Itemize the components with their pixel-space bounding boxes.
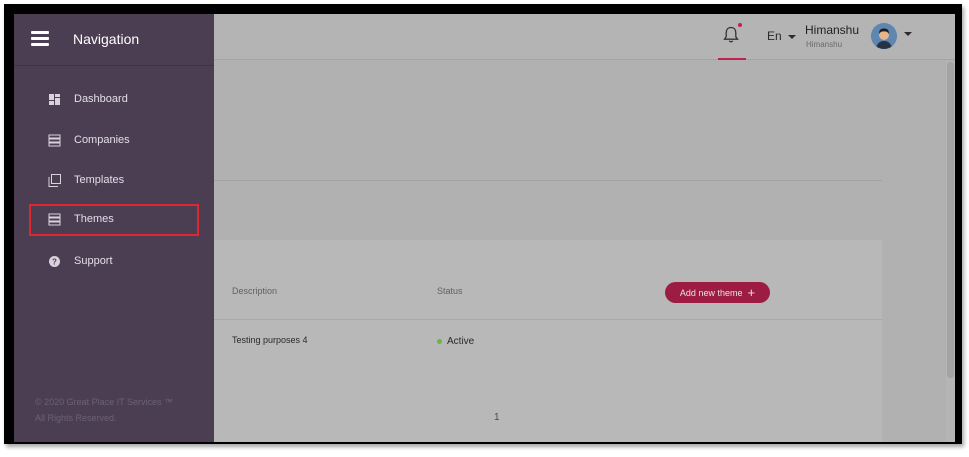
sidebar-item-label: Companies — [74, 134, 130, 146]
user-name[interactable]: Himanshu — [805, 23, 859, 37]
hamburger-menu-icon[interactable] — [31, 31, 49, 46]
add-new-theme-label: Add new theme — [679, 288, 743, 298]
sidebar-item-dashboard[interactable]: Dashboard — [29, 84, 199, 116]
sidebar-item-label: Templates — [74, 174, 125, 186]
sidebar-item-label: Themes — [74, 213, 114, 225]
active-status-dot — [437, 338, 442, 344]
user-subtitle: Himanshu — [806, 40, 843, 49]
list-icon — [48, 134, 61, 147]
add-new-theme-button[interactable]: Add new theme + — [665, 282, 770, 303]
sidebar: Navigation Dashboard Companies Templates… — [14, 14, 214, 442]
sidebar-item-label: Dashboard — [74, 93, 128, 105]
chevron-down-icon — [787, 34, 796, 39]
app-screen: En Himanshu Himanshu Description Status … — [14, 14, 955, 442]
bell-icon — [723, 26, 739, 43]
header-divider — [214, 319, 882, 320]
scrollbar[interactable] — [946, 61, 955, 442]
sidebar-title: Navigation — [73, 31, 140, 47]
language-label: En — [767, 29, 782, 43]
chevron-down-icon[interactable] — [904, 32, 912, 36]
page-header-area — [214, 61, 882, 181]
copy-icon — [48, 174, 61, 187]
row-status-label: Active — [447, 336, 475, 347]
themes-table-card — [214, 240, 882, 442]
window-frame: En Himanshu Himanshu Description Status … — [4, 4, 962, 444]
dashboard-icon — [49, 94, 60, 105]
list-icon — [48, 213, 61, 226]
scrollbar-thumb[interactable] — [947, 62, 954, 378]
rights-text: All Rights Reserved. — [35, 413, 117, 423]
row-status: Active — [437, 336, 474, 347]
question-icon: ? — [49, 256, 60, 267]
plus-icon: + — [747, 285, 756, 300]
notifications-button[interactable] — [718, 20, 746, 60]
svg-text:?: ? — [52, 258, 57, 267]
sidebar-item-support[interactable]: ? Support — [29, 246, 199, 278]
notification-dot — [738, 23, 742, 27]
sidebar-header: Navigation — [14, 14, 214, 66]
sidebar-item-companies[interactable]: Companies — [29, 125, 199, 157]
column-header-status: Status — [437, 286, 463, 296]
avatar[interactable] — [871, 23, 897, 49]
sidebar-item-label: Support — [74, 255, 113, 267]
language-selector[interactable]: En — [767, 29, 796, 43]
row-description: Testing purposes 4 — [232, 335, 308, 345]
column-header-description: Description — [232, 286, 278, 296]
sidebar-item-templates[interactable]: Templates — [29, 165, 199, 197]
copyright-text: © 2020 Great Place IT Services ™ — [35, 397, 174, 407]
sidebar-item-themes[interactable]: Themes — [29, 204, 199, 236]
pagination-page[interactable]: 1 — [494, 412, 500, 423]
